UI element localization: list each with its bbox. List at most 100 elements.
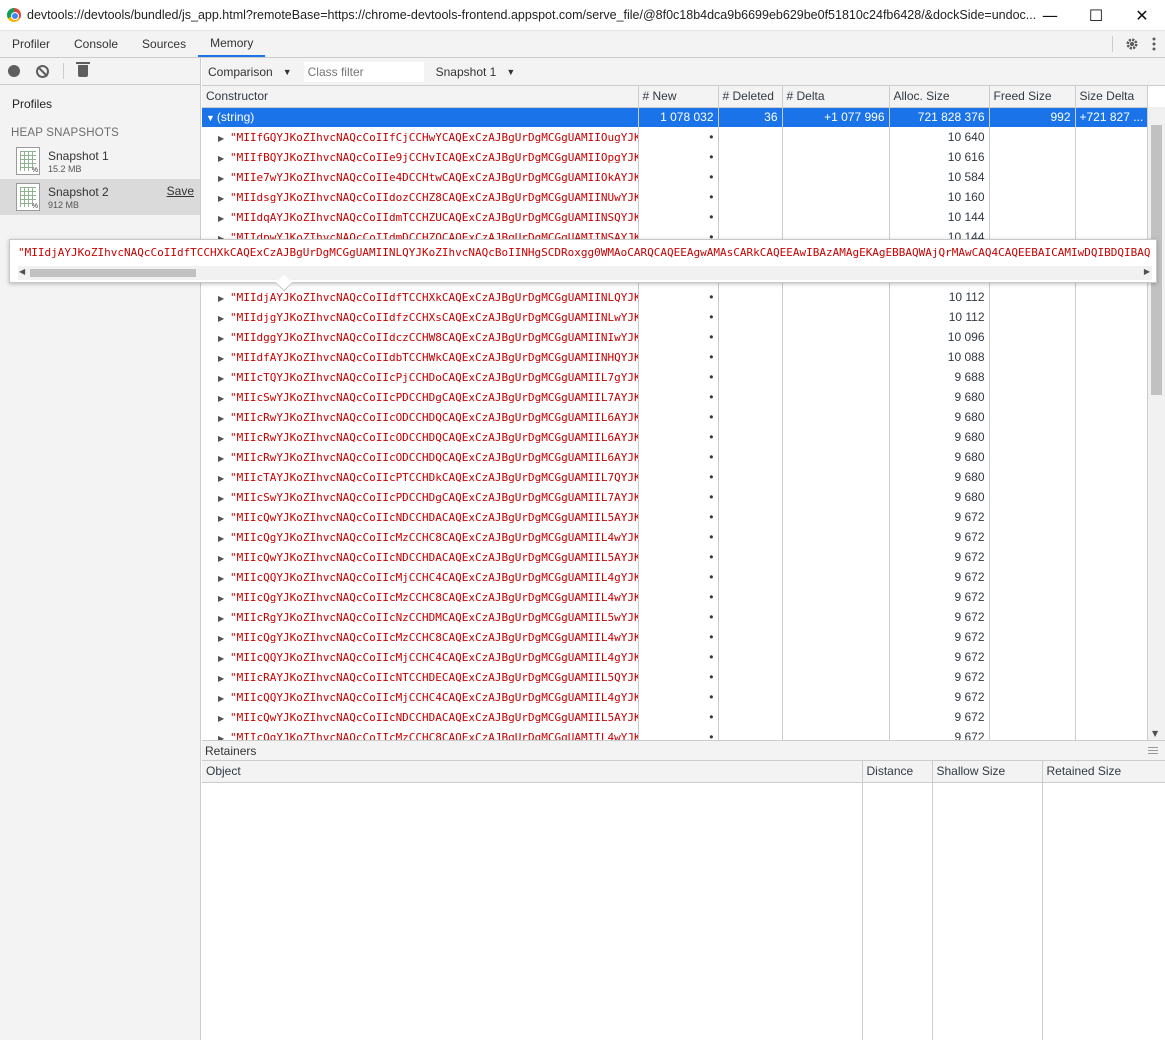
expand-arrow-icon[interactable]: ▶ xyxy=(218,214,226,223)
expand-arrow-icon[interactable]: ▶ xyxy=(218,634,226,643)
table-row[interactable]: ▶ "MIIcQwYJKoZIhvcNAQcCoIIcNDCCHDACAQExCz… xyxy=(202,507,1148,527)
table-row[interactable]: ▶ "MIIcRwYJKoZIhvcNAQcCoIIcODCCHDQCAQExCz… xyxy=(202,447,1148,467)
expand-arrow-icon[interactable]: ▶ xyxy=(218,474,226,483)
scrollbar-thumb[interactable] xyxy=(30,269,196,277)
snapshot-item-2[interactable]: % Snapshot 2 912 MB Save xyxy=(0,179,200,215)
minimize-button[interactable]: — xyxy=(1027,0,1073,31)
expand-arrow-icon[interactable]: ▶ xyxy=(218,654,226,663)
table-row[interactable]: ▶ "MIIcRwYJKoZIhvcNAQcCoIIcODCCHDQCAQExCz… xyxy=(202,427,1148,447)
col-shallow-size[interactable]: Shallow Size xyxy=(932,761,1043,783)
close-button[interactable]: ✕ xyxy=(1119,0,1165,31)
table-row[interactable]: ▶ "MIIdsgYJKoZIhvcNAQcCoIIdozCCHZ8CAQExCz… xyxy=(202,187,1148,207)
expand-arrow-icon[interactable]: ▶ xyxy=(218,434,226,443)
expand-arrow-icon[interactable]: ▶ xyxy=(218,514,226,523)
expand-arrow-icon[interactable]: ▶ xyxy=(218,154,226,163)
table-row[interactable]: ▶ "MIIdqAYJKoZIhvcNAQcCoIIdmTCCHZUCAQExCz… xyxy=(202,207,1148,227)
resize-grip-icon[interactable] xyxy=(1148,747,1158,754)
table-row[interactable]: ▶ "MIIcQwYJKoZIhvcNAQcCoIIcNDCCHDACAQExCz… xyxy=(202,547,1148,567)
table-row[interactable]: ▶ "MIIcQgYJKoZIhvcNAQcCoIIcMzCCHC8CAQExCz… xyxy=(202,627,1148,647)
expand-arrow-icon[interactable]: ▶ xyxy=(218,614,226,623)
collapse-arrow-icon[interactable]: ▼ xyxy=(206,113,215,123)
expand-arrow-icon[interactable]: ▶ xyxy=(218,494,226,503)
table-row[interactable]: ▶ "MIIfBQYJKoZIhvcNAQcCoIIe9jCCHvICAQExCz… xyxy=(202,147,1148,167)
record-icon[interactable] xyxy=(8,65,20,77)
table-row[interactable]: ▶ "MIIdjAYJKoZIhvcNAQcCoIIdfTCCHXkCAQExCz… xyxy=(202,287,1148,307)
table-row[interactable]: ▶ "MIIcQQYJKoZIhvcNAQcCoIIcMjCCHC4CAQExCz… xyxy=(202,647,1148,667)
table-row[interactable]: ▶ "MIIcQQYJKoZIhvcNAQcCoIIcMjCCHC4CAQExCz… xyxy=(202,687,1148,707)
col-deleted[interactable]: # Deleted xyxy=(718,86,783,108)
expand-arrow-icon[interactable]: ▶ xyxy=(218,334,226,343)
expand-arrow-icon[interactable]: ▶ xyxy=(218,354,226,363)
save-snapshot-link[interactable]: Save xyxy=(167,184,194,198)
grid-vertical-scrollbar[interactable]: ▼ xyxy=(1148,107,1165,740)
cell-size-delta xyxy=(1075,707,1148,727)
table-row[interactable]: ▶ "MIIfGQYJKoZIhvcNAQcCoIIfCjCCHwYCAQExCz… xyxy=(202,127,1148,147)
expand-arrow-icon[interactable]: ▶ xyxy=(218,314,226,323)
expand-arrow-icon[interactable]: ▶ xyxy=(218,574,226,583)
more-vert-icon[interactable] xyxy=(1143,33,1165,55)
expand-arrow-icon[interactable]: ▶ xyxy=(218,534,226,543)
table-row[interactable]: ▶ "MIIcTAYJKoZIhvcNAQcCoIIcPTCCHDkCAQExCz… xyxy=(202,467,1148,487)
col-distance[interactable]: Distance xyxy=(862,761,933,783)
trash-icon[interactable] xyxy=(76,62,90,77)
string-value: "MIIcQgYJKoZIhvcNAQcCoIIcMzCCHC8CAQExCzA… xyxy=(230,590,638,604)
string-value: "MIIdqAYJKoZIhvcNAQcCoIIdmTCCHZUCAQExCzA… xyxy=(230,210,638,224)
comparison-grid[interactable]: Constructor # New # Deleted # Delta Allo… xyxy=(202,86,1165,740)
col-new[interactable]: # New xyxy=(638,86,719,108)
expand-arrow-icon[interactable]: ▶ xyxy=(218,194,226,203)
expand-arrow-icon[interactable]: ▶ xyxy=(218,294,226,303)
retainers-grid[interactable]: Object Distance Shallow Size Retained Si… xyxy=(202,761,1165,1040)
tab-sources[interactable]: Sources xyxy=(130,31,198,57)
gear-icon[interactable] xyxy=(1121,33,1143,55)
col-size-delta[interactable]: Size Delta xyxy=(1075,86,1148,108)
expand-arrow-icon[interactable]: ▶ xyxy=(218,394,226,403)
tab-console[interactable]: Console xyxy=(62,31,130,57)
expand-arrow-icon[interactable]: ▶ xyxy=(218,554,226,563)
col-freed-size[interactable]: Freed Size xyxy=(989,86,1076,108)
table-row[interactable]: ▶ "MIIcRAYJKoZIhvcNAQcCoIIcNTCCHDECAQExCz… xyxy=(202,667,1148,687)
col-retained-size[interactable]: Retained Size xyxy=(1042,761,1165,783)
expand-arrow-icon[interactable]: ▶ xyxy=(218,454,226,463)
class-filter-input[interactable] xyxy=(303,61,424,82)
cell-size-delta xyxy=(1075,427,1148,447)
expand-arrow-icon[interactable]: ▶ xyxy=(218,174,226,183)
col-constructor[interactable]: Constructor xyxy=(202,86,639,108)
expand-arrow-icon[interactable]: ▶ xyxy=(218,374,226,383)
col-alloc-size[interactable]: Alloc. Size xyxy=(889,86,990,108)
expand-arrow-icon[interactable]: ▶ xyxy=(218,594,226,603)
col-delta[interactable]: # Delta xyxy=(782,86,890,108)
table-row[interactable]: ▶ "MIIcRgYJKoZIhvcNAQcCoIIcNzCCHDMCAQExCz… xyxy=(202,607,1148,627)
expand-arrow-icon[interactable]: ▶ xyxy=(218,674,226,683)
snapshot-item-1[interactable]: % Snapshot 1 15.2 MB xyxy=(0,143,200,179)
scroll-down-arrow-icon[interactable]: ▼ xyxy=(1152,729,1158,738)
popover-horizontal-scrollbar[interactable]: ◀ ▶ xyxy=(18,266,1152,280)
group-row-string[interactable]: ▼ (string) 1 078 032 36 +1 077 996 721 82… xyxy=(202,107,1148,127)
table-row[interactable]: ▶ "MIIcTQYJKoZIhvcNAQcCoIIcPjCCHDoCAQExCz… xyxy=(202,367,1148,387)
table-row[interactable]: ▶ "MIIcQgYJKoZIhvcNAQcCoIIcMzCCHC8CAQExCz… xyxy=(202,527,1148,547)
table-row[interactable]: ▶ "MIIe7wYJKoZIhvcNAQcCoIIe4DCCHtwCAQExCz… xyxy=(202,167,1148,187)
table-row[interactable]: ▶ "MIIcQwYJKoZIhvcNAQcCoIIcNDCCHDACAQExCz… xyxy=(202,707,1148,727)
table-row[interactable]: ▶ "MIIdggYJKoZIhvcNAQcCoIIdczCCHW8CAQExCz… xyxy=(202,327,1148,347)
scroll-left-arrow-icon[interactable]: ◀ xyxy=(19,267,25,276)
col-object[interactable]: Object xyxy=(202,761,863,783)
expand-arrow-icon[interactable]: ▶ xyxy=(218,134,226,143)
table-row[interactable]: ▶ "MIIdjgYJKoZIhvcNAQcCoIIdfzCCHXsCAQExCz… xyxy=(202,307,1148,327)
table-row[interactable]: ▶ "MIIcSwYJKoZIhvcNAQcCoIIcPDCCHDgCAQExCz… xyxy=(202,387,1148,407)
tab-memory[interactable]: Memory xyxy=(198,31,266,57)
table-row[interactable]: ▶ "MIIcQgYJKoZIhvcNAQcCoIIcMzCCHC8CAQExCz… xyxy=(202,727,1148,740)
maximize-button[interactable]: ☐ xyxy=(1073,0,1119,31)
base-snapshot-select[interactable]: Snapshot 1 ▼ xyxy=(430,65,522,79)
table-row[interactable]: ▶ "MIIdfAYJKoZIhvcNAQcCoIIdbTCCHWkCAQExCz… xyxy=(202,347,1148,367)
tab-profiler[interactable]: Profiler xyxy=(0,31,62,57)
table-row[interactable]: ▶ "MIIcQQYJKoZIhvcNAQcCoIIcMjCCHC4CAQExCz… xyxy=(202,567,1148,587)
table-row[interactable]: ▶ "MIIcRwYJKoZIhvcNAQcCoIIcODCCHDQCAQExCz… xyxy=(202,407,1148,427)
expand-arrow-icon[interactable]: ▶ xyxy=(218,694,226,703)
table-row[interactable]: ▶ "MIIcSwYJKoZIhvcNAQcCoIIcPDCCHDgCAQExCz… xyxy=(202,487,1148,507)
clear-icon[interactable] xyxy=(36,64,49,78)
cell-delta xyxy=(782,727,890,740)
expand-arrow-icon[interactable]: ▶ xyxy=(218,714,226,723)
view-mode-select[interactable]: Comparison ▼ xyxy=(202,65,298,79)
table-row[interactable]: ▶ "MIIcQgYJKoZIhvcNAQcCoIIcMzCCHC8CAQExCz… xyxy=(202,587,1148,607)
scroll-right-arrow-icon[interactable]: ▶ xyxy=(1144,267,1150,276)
expand-arrow-icon[interactable]: ▶ xyxy=(218,414,226,423)
